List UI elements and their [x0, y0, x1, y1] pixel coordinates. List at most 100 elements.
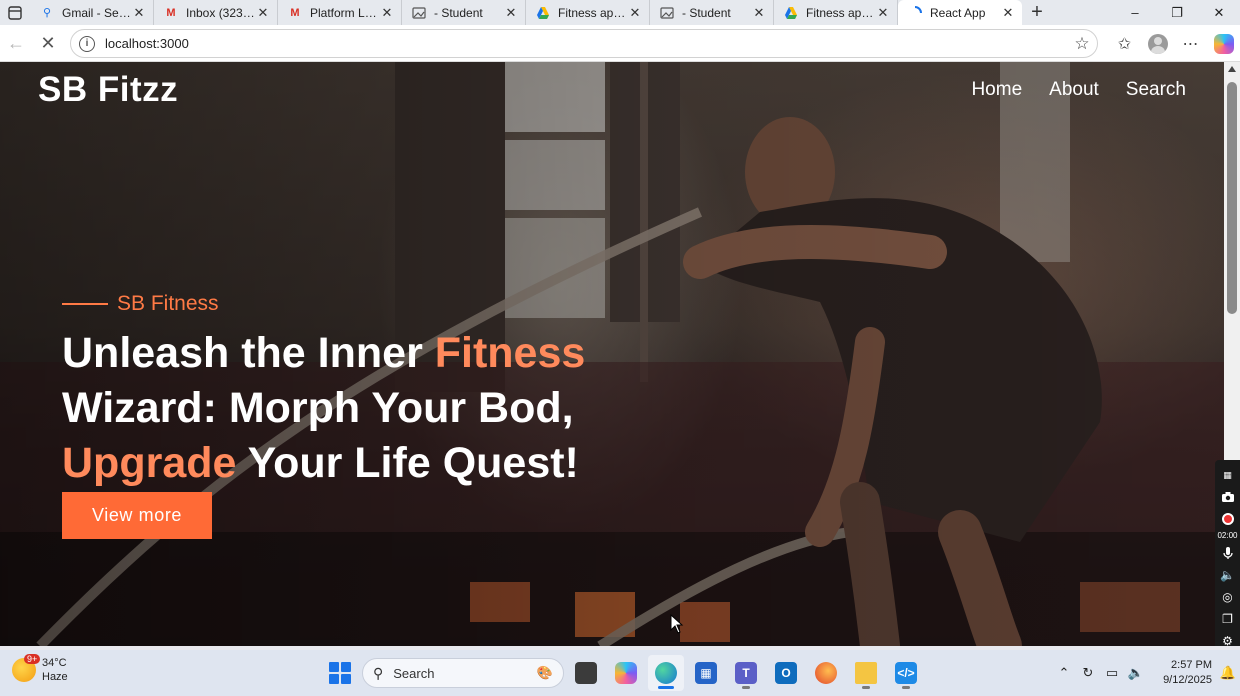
- hero-kicker: SB Fitness: [62, 292, 219, 316]
- favorites-icon[interactable]: ✩: [1108, 28, 1141, 60]
- address-bar[interactable]: i localhost:3000 ☆: [70, 29, 1098, 58]
- volume-icon[interactable]: 🔈: [1124, 665, 1148, 681]
- task-view-icon[interactable]: [568, 655, 604, 691]
- network-icon[interactable]: ▭: [1100, 665, 1124, 681]
- new-tab-button[interactable]: +: [1022, 0, 1052, 25]
- site-info-icon[interactable]: i: [79, 35, 95, 52]
- microphone-icon[interactable]: [1219, 543, 1237, 563]
- tab-fitness-app-1[interactable]: Fitness app (R ✕: [526, 0, 650, 25]
- tab-title: React App: [930, 5, 986, 20]
- close-window-button[interactable]: ✕: [1198, 0, 1240, 25]
- search-icon: ⚲: [373, 664, 384, 681]
- close-tab-icon[interactable]: ✕: [131, 5, 147, 21]
- tab-title: - Student: [682, 5, 731, 20]
- taskbar-search-placeholder: Search: [393, 665, 435, 681]
- toolbar-right-group: ✩ ⋯: [1108, 25, 1240, 62]
- weather-text: 34°C Haze: [42, 656, 68, 684]
- window-controls: – ❐ ✕: [1114, 0, 1240, 25]
- webcam-icon[interactable]: ◎: [1219, 587, 1237, 607]
- tab-title: - Student: [434, 5, 483, 20]
- close-tab-icon[interactable]: ✕: [875, 5, 891, 21]
- tab-title: Fitness app (R: [806, 5, 875, 20]
- start-button[interactable]: [322, 655, 358, 691]
- gmail-icon: M: [166, 6, 176, 19]
- hero-headline: Unleash the Inner Fitness Wizard: Morph …: [62, 326, 702, 491]
- site-navbar: SB Fitzz Home About Search: [0, 62, 1224, 122]
- tab-react-app[interactable]: React App ✕: [898, 0, 1022, 25]
- close-tab-icon[interactable]: ✕: [255, 5, 271, 21]
- window-capture-icon[interactable]: ❐: [1219, 609, 1237, 629]
- system-tray: ⌃ ↻ ▭ 🔈 2:57 PM 9/12/2025 🔔: [1052, 650, 1240, 696]
- profile-avatar[interactable]: [1141, 28, 1174, 60]
- search-icon: ⚲: [42, 7, 52, 19]
- taskbar-search[interactable]: ⚲ Search 🎨: [362, 658, 564, 688]
- scrollbar-thumb[interactable]: [1227, 82, 1237, 314]
- restore-button[interactable]: ❐: [1156, 0, 1198, 25]
- stop-loading-button[interactable]: ✕: [32, 27, 64, 59]
- address-url[interactable]: localhost:3000: [105, 36, 1067, 51]
- nav-link-home[interactable]: Home: [971, 79, 1022, 101]
- tab-gmail-search[interactable]: ⚲ Gmail - Search ✕: [30, 0, 154, 25]
- clock-date: 9/12/2025: [1163, 674, 1212, 686]
- expand-icon[interactable]: ▦: [1219, 465, 1237, 485]
- teams-icon[interactable]: T: [728, 655, 764, 691]
- weather-temp: 34°C: [42, 657, 67, 669]
- headline-line-2: Wizard: Morph Your Bod,: [62, 384, 574, 432]
- weather-sun-icon: 9+: [12, 654, 41, 682]
- headline-line-3: Upgrade Your Life Quest!: [62, 436, 702, 491]
- image-icon: [412, 6, 426, 20]
- copilot-icon[interactable]: [1207, 28, 1240, 60]
- close-tab-icon[interactable]: ✕: [379, 5, 395, 21]
- workspaces-icon[interactable]: [0, 0, 30, 25]
- hero-section: SB Fitzz Home About Search SB Fitness Un…: [0, 62, 1224, 646]
- back-button[interactable]: ←: [0, 27, 32, 59]
- screen-recorder-widget: ▦ 02:00 🔈 ◎ ❐ ⚙: [1215, 460, 1240, 665]
- tab-title: Platform Login: [310, 5, 379, 20]
- search-highlight-icon: 🎨: [536, 665, 553, 680]
- weather-widget[interactable]: 9+ 34°C Haze: [12, 654, 68, 684]
- close-tab-icon[interactable]: ✕: [503, 5, 519, 21]
- vscode-icon[interactable]: </>: [888, 655, 924, 691]
- file-explorer-icon[interactable]: [848, 655, 884, 691]
- copilot-logo: [1213, 33, 1234, 54]
- close-tab-icon[interactable]: ✕: [751, 5, 767, 21]
- more-menu-icon[interactable]: ⋯: [1174, 28, 1207, 60]
- close-tab-icon[interactable]: ✕: [1000, 5, 1016, 21]
- microsoft-store-icon[interactable]: ▦: [688, 655, 724, 691]
- sync-icon[interactable]: ↻: [1076, 665, 1100, 681]
- outlook-icon[interactable]: O: [768, 655, 804, 691]
- close-tab-icon[interactable]: ✕: [627, 5, 643, 21]
- site-logo[interactable]: SB Fitzz: [38, 70, 178, 110]
- tab-student-1[interactable]: - Student ✕: [402, 0, 526, 25]
- kicker-text: SB Fitness: [117, 292, 219, 315]
- minimize-button[interactable]: –: [1114, 0, 1156, 25]
- tab-inbox[interactable]: M Inbox (323) - r ✕: [154, 0, 278, 25]
- firefox-icon[interactable]: [808, 655, 844, 691]
- drive-icon: [784, 6, 798, 20]
- taskbar-clock[interactable]: 2:57 PM 9/12/2025: [1148, 658, 1212, 688]
- tab-fitness-app-2[interactable]: Fitness app (R ✕: [774, 0, 898, 25]
- copilot-app-icon[interactable]: [608, 655, 644, 691]
- speaker-icon[interactable]: 🔈: [1219, 565, 1237, 585]
- edge-browser-icon[interactable]: [648, 655, 684, 691]
- nav-link-about[interactable]: About: [1049, 79, 1099, 101]
- tab-student-2[interactable]: - Student ✕: [650, 0, 774, 25]
- gmail-icon: M: [290, 6, 300, 19]
- headline-text: Unleash the Inner: [62, 329, 435, 377]
- windows-taskbar: 9+ 34°C Haze ⚲ Search 🎨 ▦ T O </> ⌃ ↻ ▭ …: [0, 650, 1240, 696]
- page-viewport: SB Fitzz Home About Search SB Fitness Un…: [0, 62, 1224, 646]
- favorite-star-icon[interactable]: ☆: [1067, 34, 1097, 54]
- notifications-icon[interactable]: 🔔: [1216, 665, 1240, 681]
- avatar: [1147, 33, 1168, 54]
- scroll-up-icon[interactable]: [1228, 66, 1236, 72]
- record-icon[interactable]: [1219, 509, 1237, 529]
- browser-tab-strip: ⚲ Gmail - Search ✕ M Inbox (323) - r ✕ M…: [0, 0, 1240, 25]
- camera-icon[interactable]: [1219, 487, 1237, 507]
- notification-badge: 9+: [24, 654, 41, 664]
- view-more-button[interactable]: View more: [62, 492, 212, 539]
- tab-platform-login[interactable]: M Platform Login ✕: [278, 0, 402, 25]
- show-hidden-icons-icon[interactable]: ⌃: [1052, 665, 1076, 681]
- mouse-cursor-icon: [670, 614, 684, 634]
- nav-link-search[interactable]: Search: [1126, 79, 1186, 101]
- drive-icon: [536, 6, 550, 20]
